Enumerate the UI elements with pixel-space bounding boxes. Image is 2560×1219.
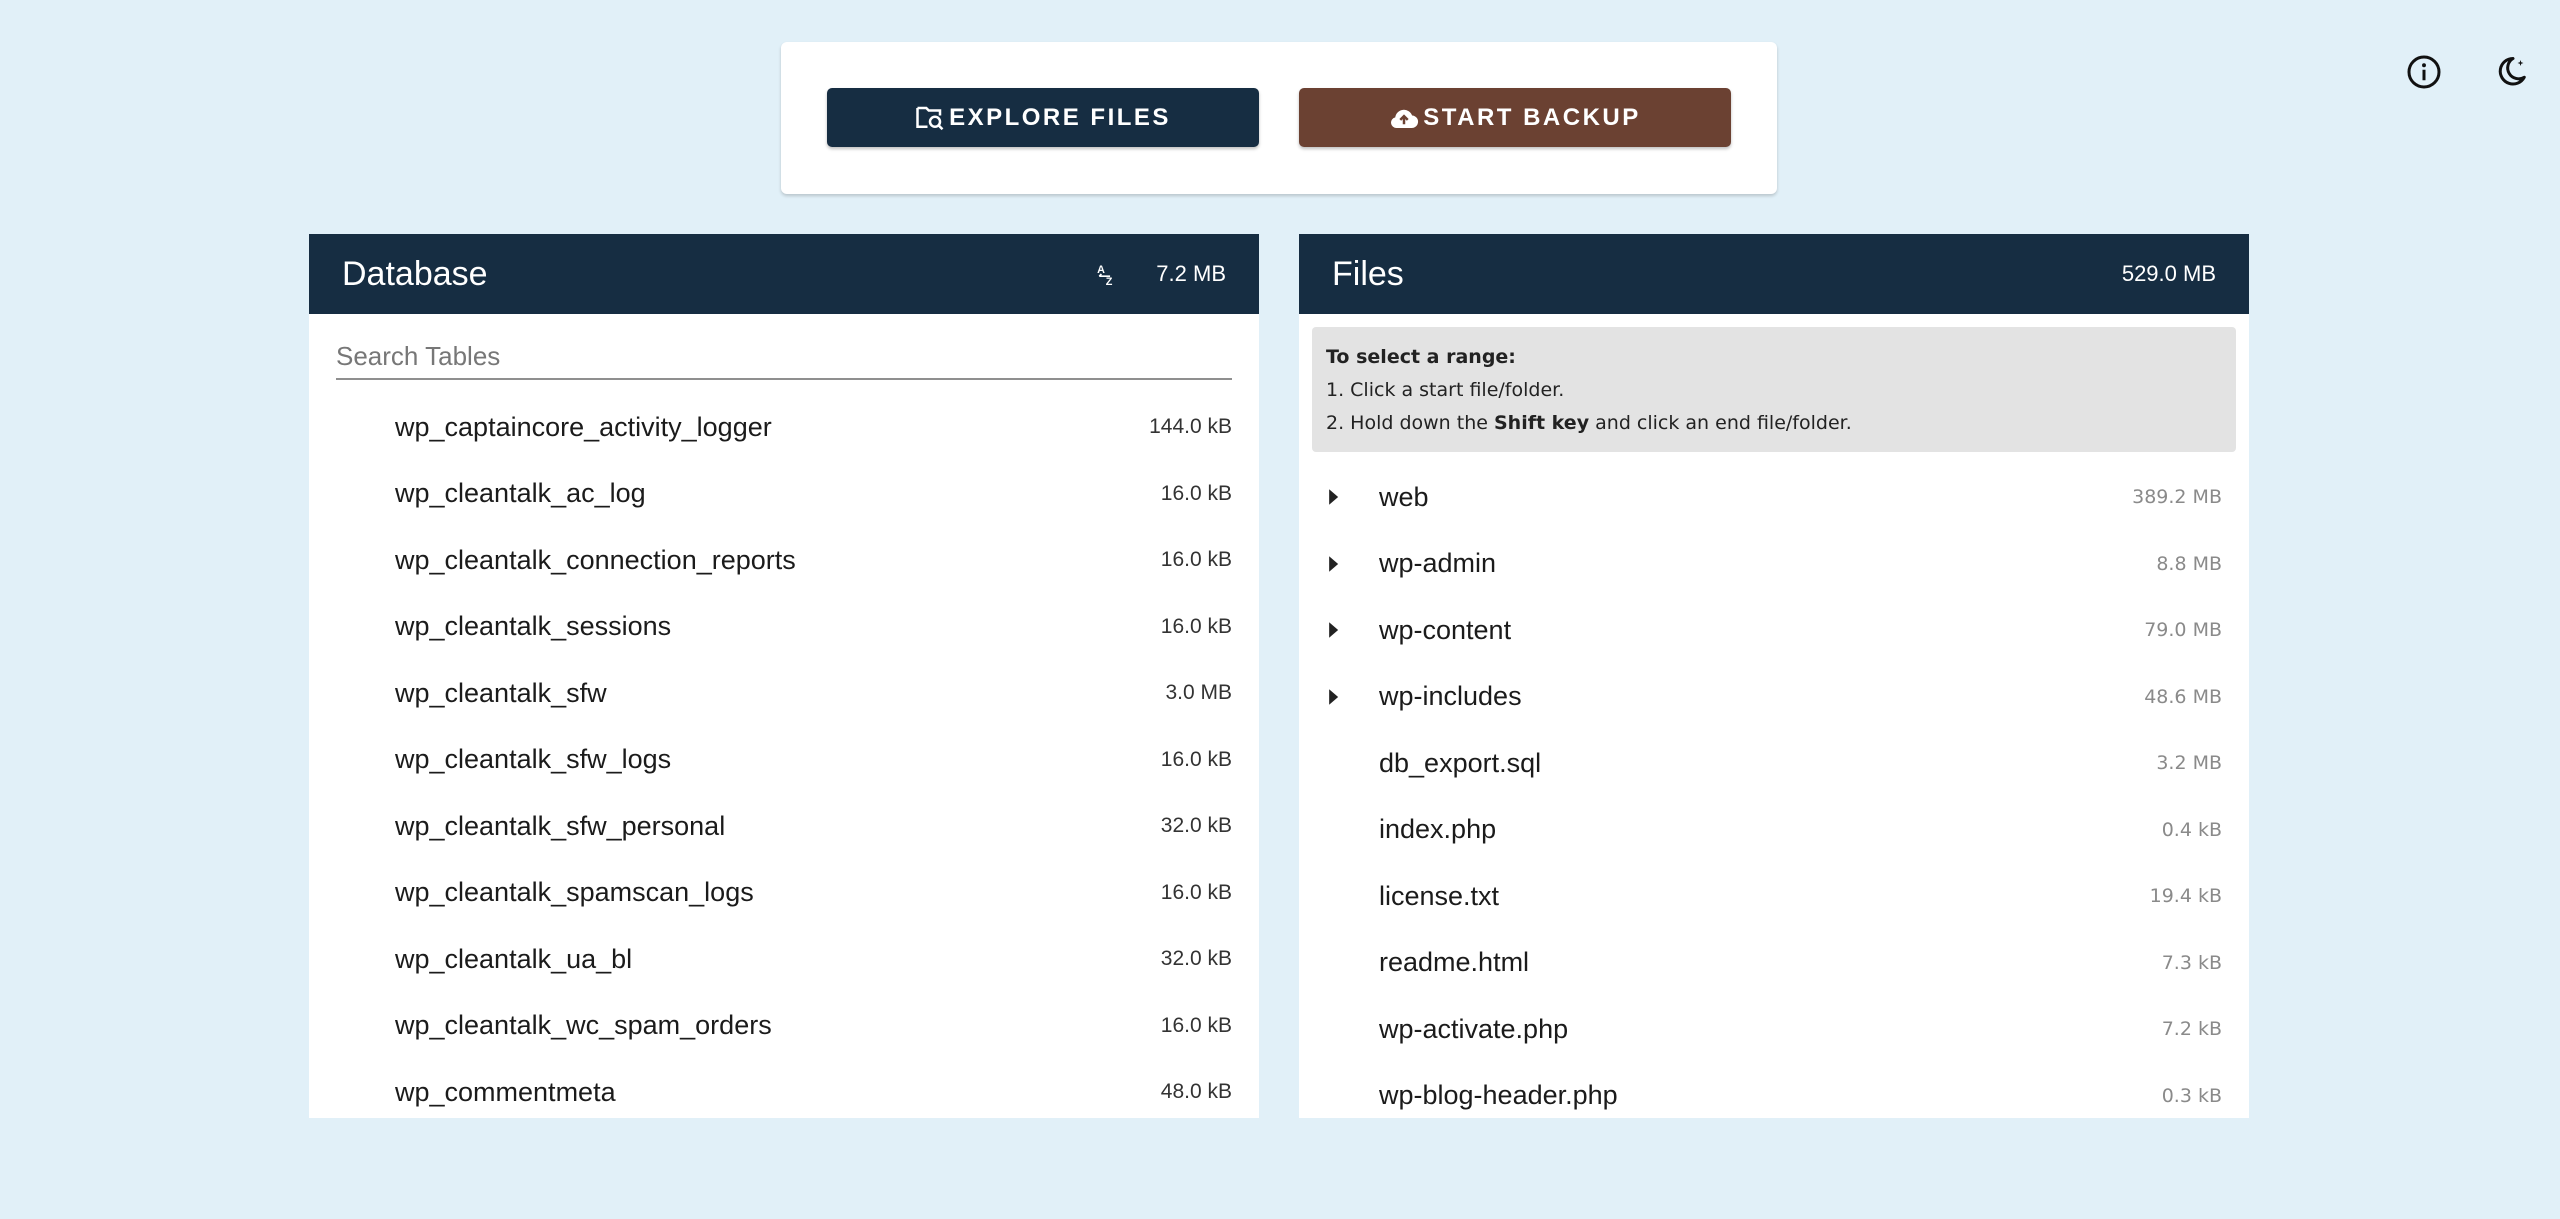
file-size: 7.3 kB — [2161, 951, 2222, 974]
actions-card: EXPLORE FILES START BACKUP — [781, 42, 1777, 194]
range-help-shift-key: Shift key — [1494, 412, 1590, 434]
table-size: 16.0 kB — [1160, 880, 1232, 904]
file-name: wp-activate.php — [1379, 1013, 1569, 1044]
file-name: wp-includes — [1379, 681, 1522, 712]
folder-row[interactable]: wp-admin 8.8 MB — [1299, 531, 2249, 598]
info-icon[interactable] — [2404, 52, 2444, 92]
table-row[interactable]: wp_cleantalk_wc_spam_orders 16.0 kB — [309, 993, 1259, 1060]
table-row[interactable]: wp_cleantalk_sessions 16.0 kB — [309, 594, 1259, 661]
table-size: 32.0 kB — [1160, 814, 1232, 838]
file-name: wp-blog-header.php — [1379, 1080, 1618, 1111]
sort-alpha-icon[interactable]: AZ — [1096, 261, 1122, 287]
table-row[interactable]: wp_cleantalk_ac_log 16.0 kB — [309, 461, 1259, 528]
files-header: Files 529.0 MB — [1299, 234, 2249, 314]
caret-right-icon[interactable] — [1326, 555, 1379, 573]
table-name: wp_commentmeta — [395, 1076, 616, 1107]
file-size: 389.2 MB — [2132, 486, 2222, 509]
file-row[interactable]: index.php 0.4 kB — [1299, 797, 2249, 864]
table-size: 16.0 kB — [1160, 481, 1232, 505]
file-size: 48.6 MB — [2144, 685, 2222, 708]
moon-icon[interactable] — [2490, 52, 2530, 92]
database-size: 7.2 MB — [1156, 261, 1226, 286]
file-row[interactable]: license.txt 19.4 kB — [1299, 863, 2249, 930]
table-name: wp_cleantalk_sessions — [395, 611, 672, 642]
range-help: To select a range: 1. Click a start file… — [1312, 327, 2236, 452]
file-name: wp-content — [1379, 614, 1512, 645]
range-help-step1: 1. Click a start file/folder. — [1326, 379, 1565, 401]
folder-search-icon — [915, 104, 945, 132]
file-size: 3.2 MB — [2156, 752, 2222, 775]
file-size: 0.3 kB — [2161, 1084, 2222, 1107]
range-help-step2-prefix: 2. Hold down the — [1326, 412, 1494, 434]
caret-right-icon[interactable] — [1326, 688, 1379, 706]
search-tables-wrap — [336, 314, 1232, 380]
table-name: wp_cleantalk_ua_bl — [395, 943, 633, 974]
table-row[interactable]: wp_cleantalk_connection_reports 16.0 kB — [309, 527, 1259, 594]
table-size: 16.0 kB — [1160, 747, 1232, 771]
table-name: wp_cleantalk_sfw_personal — [395, 810, 726, 841]
caret-right-icon[interactable] — [1326, 488, 1379, 506]
table-row[interactable]: wp_cleantalk_ua_bl 32.0 kB — [309, 926, 1259, 993]
file-name: license.txt — [1379, 880, 1500, 911]
table-name: wp_cleantalk_sfw — [395, 677, 607, 708]
search-tables-input[interactable] — [336, 334, 1232, 378]
range-help-heading: To select a range: — [1326, 346, 1516, 368]
table-size: 144.0 kB — [1149, 415, 1232, 439]
start-backup-button[interactable]: START BACKUP — [1299, 88, 1731, 147]
files-list: web 389.2 MB wp-admin 8.8 MB wp-content 79.… — [1299, 464, 2249, 1118]
file-name: db_export.sql — [1379, 747, 1542, 778]
folder-row[interactable]: wp-content 79.0 MB — [1299, 597, 2249, 664]
range-help-step2-suffix: and click an end file/folder. — [1589, 412, 1852, 434]
start-backup-label: START BACKUP — [1423, 103, 1641, 131]
table-row[interactable]: wp_cleantalk_sfw_logs 16.0 kB — [309, 727, 1259, 794]
file-name: wp-admin — [1379, 548, 1497, 579]
file-row[interactable]: db_export.sql 3.2 MB — [1299, 730, 2249, 797]
database-header: Database AZ 7.2 MB — [309, 234, 1259, 314]
table-name: wp_cleantalk_connection_reports — [395, 544, 796, 575]
file-row[interactable]: wp-activate.php 7.2 kB — [1299, 996, 2249, 1063]
table-size: 16.0 kB — [1160, 548, 1232, 572]
table-name: wp_cleantalk_sfw_logs — [395, 744, 672, 775]
table-size: 16.0 kB — [1160, 1013, 1232, 1037]
folder-row[interactable]: wp-includes 48.6 MB — [1299, 664, 2249, 731]
table-row[interactable]: wp_captaincore_activity_logger 144.0 kB — [309, 394, 1259, 461]
file-row[interactable]: wp-blog-header.php 0.3 kB — [1299, 1063, 2249, 1119]
table-name: wp_cleantalk_wc_spam_orders — [395, 1010, 772, 1041]
explore-files-label: EXPLORE FILES — [949, 103, 1171, 131]
file-name: index.php — [1379, 814, 1497, 845]
file-size: 19.4 kB — [2149, 885, 2222, 908]
file-row[interactable]: readme.html 7.3 kB — [1299, 930, 2249, 997]
database-table-list: wp_captaincore_activity_logger 144.0 kB w… — [309, 394, 1259, 1118]
table-row[interactable]: wp_commentmeta 48.0 kB — [309, 1059, 1259, 1118]
database-title: Database — [342, 254, 488, 293]
files-size: 529.0 MB — [2121, 261, 2216, 286]
folder-row[interactable]: web 389.2 MB — [1299, 464, 2249, 531]
file-size: 79.0 MB — [2144, 619, 2222, 642]
files-panel: Files 529.0 MB To select a range: 1. Cli… — [1299, 234, 2249, 1118]
table-row[interactable]: wp_cleantalk_sfw 3.0 MB — [309, 660, 1259, 727]
table-size: 16.0 kB — [1160, 614, 1232, 638]
table-size: 3.0 MB — [1165, 681, 1232, 705]
table-name: wp_captaincore_activity_logger — [395, 411, 772, 442]
svg-text:Z: Z — [1106, 276, 1113, 287]
file-size: 8.8 MB — [2156, 552, 2222, 575]
table-name: wp_cleantalk_ac_log — [395, 478, 646, 509]
table-size: 48.0 kB — [1160, 1080, 1232, 1104]
file-size: 0.4 kB — [2161, 818, 2222, 841]
cloud-upload-icon — [1389, 105, 1419, 131]
database-panel: Database AZ 7.2 MB wp_captaincore_activi… — [309, 234, 1259, 1118]
caret-right-icon[interactable] — [1326, 621, 1379, 639]
table-size: 32.0 kB — [1160, 947, 1232, 971]
file-name: web — [1379, 481, 1429, 512]
explore-files-button[interactable]: EXPLORE FILES — [827, 88, 1259, 147]
file-name: readme.html — [1379, 947, 1530, 978]
file-size: 7.2 kB — [2161, 1018, 2222, 1041]
files-title: Files — [1332, 254, 1404, 293]
range-help-step2: 2. Hold down the Shift key and click an … — [1326, 407, 2222, 440]
table-name: wp_cleantalk_spamscan_logs — [395, 877, 754, 908]
table-row[interactable]: wp_cleantalk_sfw_personal 32.0 kB — [309, 793, 1259, 860]
table-row[interactable]: wp_cleantalk_spamscan_logs 16.0 kB — [309, 860, 1259, 927]
